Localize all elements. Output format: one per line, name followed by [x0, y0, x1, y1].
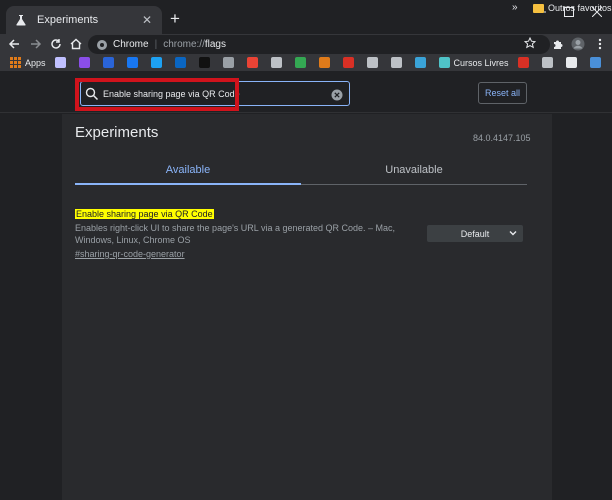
bookmark-item[interactable] [565, 57, 581, 68]
tab-strip: Experiments ✕ + [0, 0, 612, 34]
bookmarks-bar: Apps Cursos Livres [0, 54, 612, 72]
bookmark-item[interactable] [589, 57, 605, 68]
bookmark-item[interactable] [294, 57, 310, 68]
bookmark-folder-other[interactable]: Outros favoritos [533, 3, 612, 13]
red-a-icon [342, 57, 354, 68]
bookmark-folder-label: Outros favoritos [548, 3, 612, 13]
bookmark-item[interactable] [541, 57, 557, 68]
bookmark-item[interactable] [366, 57, 382, 68]
gmail-icon [246, 57, 258, 68]
flask-icon [14, 13, 28, 27]
tab-experiments[interactable]: Experiments ✕ [6, 6, 162, 34]
bookmarks-more-button[interactable]: » [512, 2, 518, 13]
paperclip-icon [541, 57, 553, 68]
clear-search-icon[interactable] [331, 88, 343, 101]
bookmark-item[interactable]: Cursos Livres [438, 57, 509, 68]
folder-icon [533, 3, 544, 13]
iv-icon [414, 57, 426, 68]
bookmark-item[interactable] [270, 57, 286, 68]
bookmark-item[interactable] [390, 57, 406, 68]
bookmark-label: Apps [25, 57, 46, 68]
address-separator: | [154, 39, 158, 50]
people-icon [366, 57, 378, 68]
chevron-down-icon [508, 228, 518, 240]
toolbar: Chrome | chrome:// flags [0, 34, 612, 54]
flower-icon [54, 57, 66, 68]
bookmark-item[interactable] [198, 57, 214, 68]
bookmark-item[interactable] [222, 57, 238, 68]
purple-app-icon [78, 57, 90, 68]
new-tab-button[interactable]: + [166, 10, 184, 28]
bookmark-item[interactable] [150, 57, 166, 68]
twitter-icon [150, 57, 162, 68]
version-label: 84.0.4147.105 [473, 133, 531, 143]
globe-icon [565, 57, 577, 68]
experiment-description: Enables right-click UI to share the page… [75, 223, 396, 245]
menu-kebab-icon[interactable] [592, 36, 608, 52]
tab-close-icon[interactable]: ✕ [140, 13, 154, 27]
back-icon[interactable] [6, 36, 22, 52]
profile-avatar[interactable] [570, 36, 586, 52]
bookmark-item[interactable] [414, 57, 430, 68]
diamond-icon [438, 57, 450, 68]
site-name: Chrome [113, 39, 149, 50]
bookmark-item[interactable] [342, 57, 358, 68]
tab-active-indicator [75, 183, 301, 185]
red-stripes-icon [517, 57, 529, 68]
tab-unavailable[interactable]: Unavailable [301, 164, 527, 176]
bookmark-star-icon[interactable] [523, 36, 537, 52]
hs-icon [390, 57, 402, 68]
bookmark-item[interactable]: Apps [10, 57, 46, 68]
url-scheme: chrome:// [163, 39, 205, 50]
reset-all-button[interactable]: Reset all [478, 82, 527, 104]
bookmark-item[interactable] [126, 57, 142, 68]
orange-circle-icon [318, 57, 330, 68]
reload-icon[interactable] [48, 36, 64, 52]
extensions-puzzle-icon[interactable] [550, 36, 566, 52]
address-bar[interactable]: Chrome | chrome:// flags [88, 35, 550, 54]
blue-square-icon [102, 57, 114, 68]
chrome-site-icon [97, 39, 107, 50]
tab-available[interactable]: Available [75, 164, 301, 176]
grid-icon [222, 57, 234, 68]
home-icon[interactable] [68, 36, 84, 52]
bookmark-item[interactable] [174, 57, 190, 68]
annotation-highlight-frame [75, 78, 239, 111]
dark-app-icon [198, 57, 210, 68]
experiment-state-select[interactable]: Default [427, 225, 523, 242]
doc-icon [270, 57, 282, 68]
page-title: Experiments [75, 124, 159, 141]
ring-icon [589, 57, 601, 68]
bookmark-item[interactable] [78, 57, 94, 68]
experiment-permalink[interactable]: #sharing-qr-code-generator [75, 249, 185, 259]
bookmark-item[interactable] [102, 57, 118, 68]
apps-grid-icon [10, 57, 21, 68]
experiment-name: Enable sharing page via QR Code [75, 209, 214, 219]
chart-icon [294, 57, 306, 68]
bookmark-label: Cursos Livres [453, 57, 509, 68]
bookmark-item[interactable] [246, 57, 262, 68]
tab-title: Experiments [37, 14, 99, 26]
bookmark-item[interactable] [517, 57, 533, 68]
linkedin-icon [174, 57, 186, 68]
forward-icon[interactable] [28, 36, 44, 52]
bookmark-item[interactable] [54, 57, 70, 68]
bookmark-item[interactable] [318, 57, 334, 68]
facebook-icon [126, 57, 138, 68]
url-path: flags [204, 39, 226, 50]
experiment-state-value: Default [460, 228, 490, 239]
